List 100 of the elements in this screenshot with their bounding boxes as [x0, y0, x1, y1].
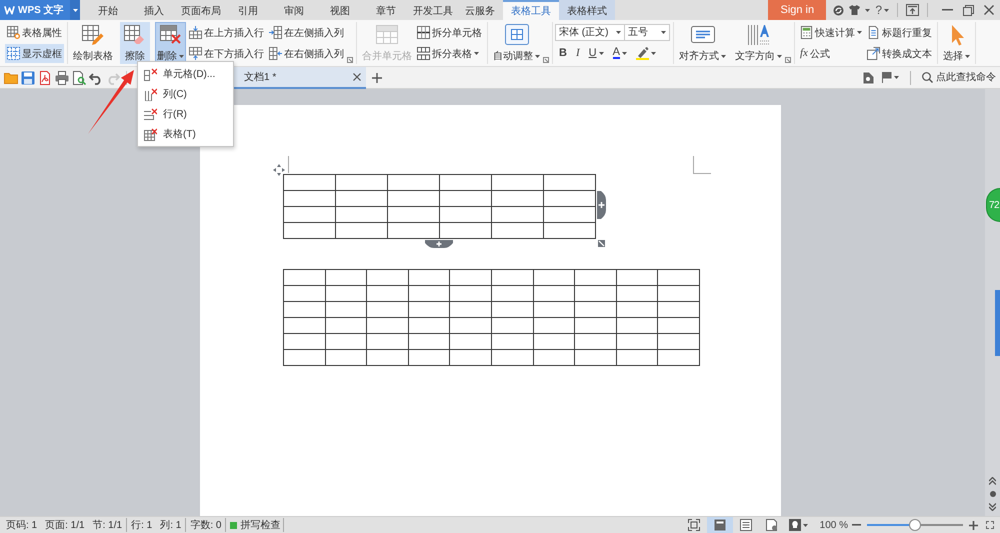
table-cell[interactable] — [544, 190, 596, 206]
menu-item[interactable]: 表格(T) — [138, 124, 233, 144]
font-size-select[interactable]: 五号 — [624, 24, 670, 41]
table-cell[interactable] — [544, 174, 596, 190]
table-cell[interactable] — [388, 174, 440, 190]
save-icon[interactable] — [21, 70, 35, 84]
ribbon-button[interactable]: 删除 — [155, 22, 186, 64]
table-cell[interactable] — [440, 174, 492, 190]
table-cell[interactable] — [492, 222, 544, 238]
double-up-arrow-icon[interactable] — [989, 477, 996, 485]
table-cell[interactable] — [450, 334, 492, 350]
table-cell[interactable] — [366, 286, 408, 302]
command-search-field[interactable]: 点此查找命令 — [936, 72, 996, 83]
table-cell[interactable] — [284, 190, 336, 206]
table-cell[interactable] — [366, 350, 408, 366]
ribbon-tab[interactable]: 引用 — [225, 0, 271, 20]
table-cell[interactable] — [658, 350, 700, 366]
ribbon-button[interactable]: 拆分单元格 — [415, 23, 484, 42]
zoom-in-icon[interactable] — [969, 520, 978, 530]
table-cell[interactable] — [533, 318, 575, 334]
ribbon-button[interactable]: 表格属性 — [5, 23, 64, 42]
table-cell[interactable] — [336, 190, 388, 206]
ribbon-tab[interactable]: 插入 — [131, 0, 177, 20]
upload-box-icon[interactable] — [906, 4, 919, 16]
ribbon-button[interactable]: 标题行重复 — [865, 23, 934, 42]
restore-icon[interactable] — [963, 4, 974, 16]
ribbon-button[interactable]: 在右侧插入列 — [267, 44, 346, 63]
table-cell[interactable] — [336, 222, 388, 238]
table-cell[interactable] — [491, 318, 534, 334]
table-cell[interactable] — [658, 334, 700, 350]
table-cell[interactable] — [284, 302, 326, 318]
table-cell[interactable] — [450, 318, 492, 334]
table-cell[interactable] — [325, 286, 367, 302]
dialog-launcher-icon[interactable] — [785, 57, 791, 63]
table-cell[interactable] — [284, 350, 326, 366]
table-cell[interactable] — [544, 222, 596, 238]
table-cell[interactable] — [284, 222, 336, 238]
expand-icon[interactable] — [986, 521, 994, 529]
table-cell[interactable] — [492, 174, 544, 190]
table-cell[interactable] — [616, 302, 658, 318]
minimize-icon[interactable] — [942, 9, 953, 11]
bold-button[interactable]: B — [556, 44, 570, 62]
table-cell[interactable] — [440, 206, 492, 222]
table-cell[interactable] — [574, 286, 616, 302]
table-cell[interactable] — [408, 270, 450, 286]
help-button[interactable]: ? — [875, 3, 889, 17]
table-cell[interactable] — [616, 334, 658, 350]
table-cell[interactable] — [450, 350, 492, 366]
table-cell[interactable] — [658, 302, 700, 318]
table-cell[interactable] — [325, 334, 367, 350]
table-cell[interactable] — [616, 270, 658, 286]
close-icon[interactable] — [984, 5, 994, 15]
page-view-button[interactable] — [706, 517, 733, 533]
table-cell[interactable] — [325, 270, 367, 286]
table-cell[interactable] — [492, 190, 544, 206]
ribbon-tab[interactable]: 视图 — [317, 0, 363, 20]
table-cell[interactable] — [574, 334, 616, 350]
table-cell[interactable] — [388, 206, 440, 222]
table-cell[interactable] — [533, 286, 575, 302]
table-cell[interactable] — [388, 222, 440, 238]
ribbon-button[interactable]: 显示虚框 — [5, 44, 64, 63]
ribbon-button[interactable]: 擦除 — [120, 22, 150, 64]
dialog-launcher-icon[interactable] — [543, 57, 549, 63]
table-cell[interactable] — [408, 286, 450, 302]
ribbon-button[interactable]: 在上方插入行 — [187, 23, 266, 42]
table-cell[interactable] — [658, 286, 700, 302]
table-cell[interactable] — [325, 302, 367, 318]
table-cell[interactable] — [366, 270, 408, 286]
table-cell[interactable] — [533, 270, 575, 286]
table-cell[interactable] — [408, 334, 450, 350]
table-cell[interactable] — [284, 334, 326, 350]
app-menu-button[interactable]: WPS 文字 — [0, 0, 80, 20]
table-cell[interactable] — [408, 318, 450, 334]
print-preview-icon[interactable] — [72, 70, 86, 84]
table-cell[interactable] — [533, 302, 575, 318]
document-icon[interactable] — [863, 72, 874, 84]
double-down-arrow-icon[interactable] — [989, 503, 996, 511]
table-cell[interactable] — [440, 190, 492, 206]
table-cell[interactable] — [491, 302, 534, 318]
table-cell[interactable] — [408, 302, 450, 318]
ribbon-button[interactable]: 文字方向 — [733, 22, 784, 64]
table-cell[interactable] — [408, 350, 450, 366]
printer-icon[interactable] — [55, 70, 69, 84]
sync-icon[interactable] — [833, 4, 844, 16]
table-cell[interactable] — [325, 318, 367, 334]
table-cell[interactable] — [658, 270, 700, 286]
ribbon-tab[interactable]: 页面布局 — [177, 0, 225, 20]
table-cell[interactable] — [533, 334, 575, 350]
ribbon-tab[interactable]: 表格工具 — [503, 0, 559, 20]
font-color-button[interactable]: A — [610, 44, 630, 62]
font-family-select[interactable]: 宋体 (正文) — [555, 24, 625, 41]
table-cell[interactable] — [491, 350, 534, 366]
table-cell[interactable] — [284, 286, 326, 302]
table-cell[interactable] — [284, 270, 326, 286]
table-cell[interactable] — [336, 174, 388, 190]
table-cell[interactable] — [616, 318, 658, 334]
folder-icon[interactable] — [4, 70, 18, 84]
underline-button[interactable]: U — [586, 44, 607, 62]
ribbon-tab[interactable]: 云服务 — [457, 0, 503, 20]
pdf-file-icon[interactable] — [38, 70, 52, 84]
